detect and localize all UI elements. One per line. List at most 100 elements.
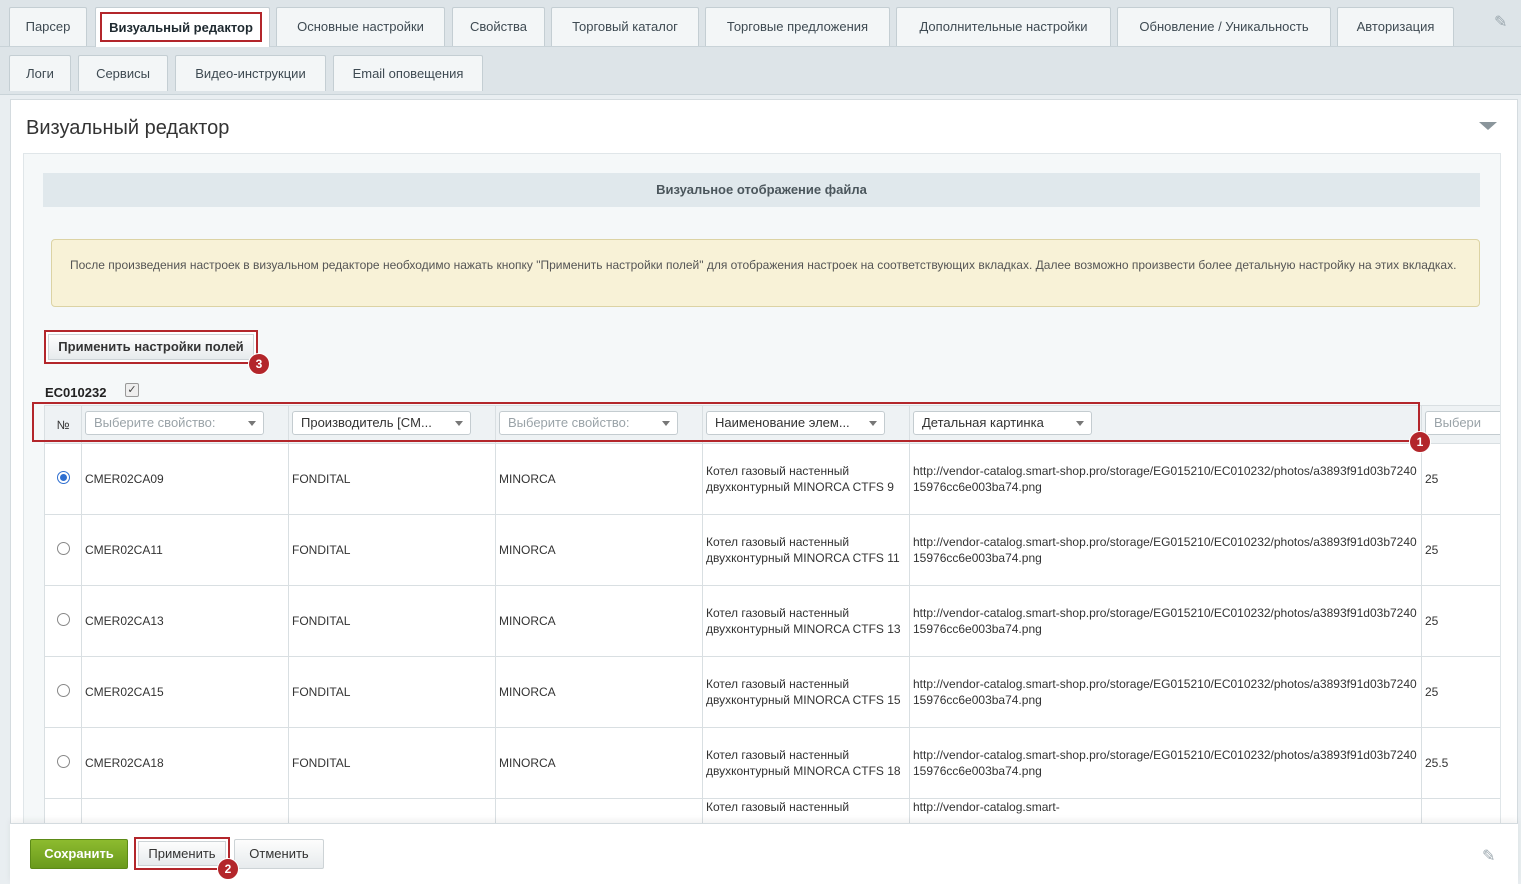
property-select[interactable]: Производитель [CM...: [292, 411, 471, 435]
cell-value: 25: [1421, 585, 1500, 657]
row-radio[interactable]: [56, 754, 70, 768]
property-select-value: Детальная картинка: [922, 415, 1044, 430]
tab-update-uniqueness[interactable]: Обновление / Уникальность: [1117, 7, 1331, 46]
property-select-value: Наименование элем...: [715, 415, 850, 430]
cell-value: 25: [1421, 656, 1500, 728]
chevron-down-icon: [1076, 421, 1084, 426]
cell-value: 25.5: [1421, 727, 1500, 799]
row-radio[interactable]: [56, 612, 70, 626]
row-select-cell: [44, 443, 82, 515]
apply-button-label: Применить: [138, 841, 226, 866]
cell-series: MINORCA: [495, 585, 703, 657]
secondary-tab-bar: Логи Сервисы Видео-инструкции Email опов…: [0, 47, 1521, 95]
chevron-down-icon: [248, 421, 256, 426]
cell-name: Котел газовый настенный двухконтурный MI…: [702, 585, 910, 657]
table-row[interactable]: CMER02CA13 FONDITAL MINORCA Котел газовый н…: [44, 585, 1500, 657]
cell-image-url: http://vendor-catalog.smart-shop.pro/sto…: [909, 443, 1422, 515]
tab-visual-editor-label: Визуальный редактор: [100, 12, 262, 42]
tab-logs[interactable]: Логи: [9, 55, 71, 91]
cell-series: MINORCA: [495, 514, 703, 586]
column-select-cell: Выбери: [1421, 405, 1500, 444]
column-select-cell: Наименование элем...: [702, 405, 910, 444]
cell-brand: FONDITAL: [288, 585, 496, 657]
row-radio[interactable]: [56, 541, 70, 555]
cell-name: Котел газовый настенный двухконтурный MI…: [702, 727, 910, 799]
property-select-value: Выберите свойство:: [94, 415, 216, 430]
footer-bar: Сохранить Применить Отменить 2 ✎: [10, 823, 1518, 884]
tab-main-settings[interactable]: Основные настройки: [276, 7, 445, 46]
tab-authorization[interactable]: Авторизация: [1337, 7, 1454, 46]
tab-services[interactable]: Сервисы: [78, 55, 168, 91]
cell-name: Котел газовый настенный двухконтурный MI…: [702, 656, 910, 728]
property-select[interactable]: Выбери: [1425, 411, 1500, 435]
visual-editor-panel: Визуальный редактор Визуальное отображен…: [10, 99, 1518, 833]
cell-image-url: http://vendor-catalog.smart-shop.pro/sto…: [909, 514, 1422, 586]
save-button[interactable]: Сохранить: [30, 839, 128, 869]
column-select-cell: Производитель [CM...: [288, 405, 496, 444]
property-select[interactable]: Выберите свойство:: [499, 411, 678, 435]
notice-message: После произведения настроек в визуальном…: [51, 239, 1480, 307]
data-table: № Выберите свойство: Производитель [CM..…: [44, 405, 1500, 832]
collapse-icon[interactable]: [1479, 122, 1497, 130]
tab-video-instructions[interactable]: Видео-инструкции: [175, 55, 326, 91]
column-select-cell: Детальная картинка: [909, 405, 1422, 444]
chevron-down-icon: [869, 421, 877, 426]
property-select-value: Выбери: [1434, 415, 1482, 430]
chevron-down-icon: [662, 421, 670, 426]
file-checkbox[interactable]: ✓: [125, 383, 139, 397]
num-header: №: [44, 405, 82, 444]
cell-image-url: http://vendor-catalog.smart-shop.pro/sto…: [909, 585, 1422, 657]
row-radio[interactable]: [56, 470, 70, 484]
tab-trade-catalog[interactable]: Торговый каталог: [551, 7, 699, 46]
row-radio[interactable]: [56, 683, 70, 697]
cell-series: MINORCA: [495, 727, 703, 799]
table-row[interactable]: CMER02CA09 FONDITAL MINORCA Котел газовый н…: [44, 443, 1500, 515]
property-select[interactable]: Детальная картинка: [913, 411, 1092, 435]
table-row[interactable]: CMER02CA15 FONDITAL MINORCA Котел газовый н…: [44, 656, 1500, 728]
apply-fields-label: Применить настройки полей: [48, 334, 254, 360]
property-select-value: Производитель [CM...: [301, 415, 432, 430]
cell-image-url: http://vendor-catalog.smart-shop.pro/sto…: [909, 656, 1422, 728]
row-select-cell: [44, 656, 82, 728]
table-row[interactable]: CMER02CA11 FONDITAL MINORCA Котел газовый н…: [44, 514, 1500, 586]
property-select-value: Выберите свойство:: [508, 415, 630, 430]
cell-brand: FONDITAL: [288, 443, 496, 515]
cell-value: 25: [1421, 443, 1500, 515]
pin-icon[interactable]: ✎: [1494, 12, 1507, 32]
table-header-row: № Выберите свойство: Производитель [CM..…: [44, 405, 1500, 444]
cell-brand: FONDITAL: [288, 514, 496, 586]
row-select-cell: [44, 585, 82, 657]
chevron-down-icon: [455, 421, 463, 426]
property-select[interactable]: Выберите свойство:: [85, 411, 264, 435]
tab-properties[interactable]: Свойства: [452, 7, 545, 46]
tab-visual-editor[interactable]: Визуальный редактор: [95, 7, 270, 48]
row-select-cell: [44, 727, 82, 799]
tab-parser[interactable]: Парсер: [9, 7, 87, 46]
cancel-button[interactable]: Отменить: [234, 839, 324, 869]
cell-series: MINORCA: [495, 443, 703, 515]
main-tab-bar: Парсер Визуальный редактор Основные наст…: [0, 0, 1521, 48]
cell-brand: FONDITAL: [288, 727, 496, 799]
apply-button[interactable]: Применить: [134, 837, 230, 870]
tab-email-notifications[interactable]: Email оповещения: [333, 55, 483, 91]
cell-code: CMER02CA11: [81, 514, 289, 586]
cell-code: CMER02CA15: [81, 656, 289, 728]
cell-name: Котел газовый настенный двухконтурный MI…: [702, 514, 910, 586]
property-select[interactable]: Наименование элем...: [706, 411, 885, 435]
step-badge-1: 1: [1409, 431, 1431, 453]
page-title: Визуальный редактор: [26, 117, 230, 139]
cell-brand: FONDITAL: [288, 656, 496, 728]
tab-additional-settings[interactable]: Дополнительные настройки: [896, 7, 1111, 46]
table-row[interactable]: CMER02CA18 FONDITAL MINORCA Котел газовый н…: [44, 727, 1500, 799]
cell-image-url: http://vendor-catalog.smart-shop.pro/sto…: [909, 727, 1422, 799]
tab-trade-offers[interactable]: Торговые предложения: [705, 7, 890, 46]
cell-value: 25: [1421, 514, 1500, 586]
pin-icon[interactable]: ✎: [1482, 846, 1495, 866]
column-select-cell: Выберите свойство:: [81, 405, 289, 444]
cell-name: Котел газовый настенный двухконтурный MI…: [702, 443, 910, 515]
file-code: EC010232: [45, 385, 107, 400]
apply-fields-button[interactable]: Применить настройки полей: [44, 330, 258, 364]
column-select-cell: Выберите свойство:: [495, 405, 703, 444]
editor-content: Визуальное отображение файла После произ…: [23, 153, 1501, 833]
cell-code: CMER02CA18: [81, 727, 289, 799]
